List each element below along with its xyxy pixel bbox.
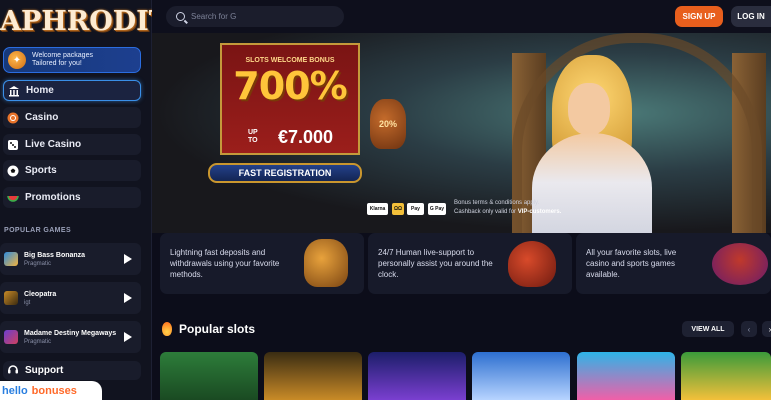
soccer-ball-icon: [7, 165, 19, 177]
chip-icon: [7, 112, 19, 124]
game-thumbnail: [4, 252, 18, 266]
support-icon: [7, 363, 19, 378]
goddess-body: [532, 133, 652, 233]
terms-text: Bonus terms & conditions apply. Cashback…: [454, 199, 561, 217]
sidebar-item-promotions[interactable]: Promotions: [3, 187, 141, 208]
feature-card-support: 24/7 Human live-support to personally as…: [368, 233, 572, 294]
welcome-bonus-banner: SLOTS WELCOME BONUS 700% UP TO €7.000: [220, 43, 360, 155]
feature-card-deposits: Lightning fast deposits and withdrawals …: [160, 233, 364, 294]
feature-text: All your favorite slots, live casino and…: [586, 247, 676, 280]
feature-line: 24/7 Human live-support to: [378, 248, 475, 257]
terms-vip: VIP-customers.: [517, 209, 562, 215]
game-provider: Pragmatic: [24, 338, 52, 345]
popular-games-title: POPULAR GAMES: [4, 227, 72, 234]
feature-text: 24/7 Human live-support to personally as…: [378, 247, 493, 280]
watermelon-icon: [7, 192, 19, 204]
feature-line: All your favorite slots, live: [586, 248, 677, 257]
slot-tile[interactable]: [472, 352, 570, 400]
feature-line: personally assist you around the: [378, 259, 493, 268]
terms-line1: Bonus terms & conditions apply.: [454, 200, 540, 206]
payment-badge-klarna: Klarna: [367, 203, 388, 215]
sidebar-item-label: Casino: [25, 112, 59, 123]
feature-line: available.: [586, 270, 620, 279]
slot-tile[interactable]: [577, 352, 675, 400]
feature-line: clock.: [378, 270, 399, 279]
bonus-up: UP: [248, 129, 258, 136]
temple-icon: [8, 85, 20, 97]
bonus-percent: 700%: [233, 64, 347, 108]
casino-page: APHRODITE ✦ Welcome packages Tailored fo…: [0, 0, 771, 400]
feature-line: Lightning fast deposits and: [170, 248, 266, 257]
search-icon: [176, 12, 185, 21]
view-all-button[interactable]: VIEW ALL: [682, 321, 734, 337]
game-name: Cleopatra: [24, 290, 57, 298]
bonus-up-to: UP TO: [248, 129, 258, 145]
site-logo[interactable]: APHRODITE: [0, 6, 152, 42]
play-icon[interactable]: [124, 293, 132, 303]
carousel-prev-button[interactable]: ‹: [741, 321, 757, 337]
fire-icon: [162, 322, 172, 336]
sidebar-item-label: Live Casino: [25, 139, 82, 150]
sidebar-item-sports[interactable]: Sports: [3, 160, 141, 181]
welcome-line2: Tailored for you!: [32, 60, 82, 67]
sidebar-item-label: Promotions: [25, 192, 81, 203]
hero-banner[interactable]: SLOTS WELCOME BONUS 700% UP TO €7.000 20…: [152, 33, 771, 233]
feature-card-games: All your favorite slots, live casino and…: [576, 233, 771, 294]
bonus-to: TO: [248, 137, 258, 144]
dice-icon: [7, 139, 19, 151]
bonus-title: SLOTS WELCOME BONUS: [245, 57, 335, 64]
feature-line: casino and sports games: [586, 259, 675, 268]
game-name: Madame Destiny Megaways: [24, 329, 117, 337]
slot-tile[interactable]: [264, 352, 362, 400]
payment-badge-google-pay: G Pay: [428, 203, 446, 215]
watermark-part1: hello: [2, 384, 28, 397]
slot-tile[interactable]: [368, 352, 466, 400]
goddess-face: [568, 83, 610, 135]
game-thumbnail: [4, 291, 18, 305]
feature-line: withdrawals using your favorite: [170, 259, 280, 268]
sidebar-item-label: Sports: [25, 165, 57, 176]
fruit-dice-illustration: [712, 243, 768, 285]
vase-badge: 20%: [370, 99, 406, 149]
popular-slots-title: Popular slots: [179, 322, 256, 336]
terms-line2: Cashback only valid for: [454, 209, 518, 215]
fast-registration-button[interactable]: FAST REGISTRATION: [208, 163, 362, 183]
payment-badge-apple-pay: Pay: [407, 203, 424, 215]
winged-helmet-illustration: [508, 241, 556, 287]
sidebar-item-live-casino[interactable]: Live Casino: [3, 134, 141, 155]
sidebar-item-label: Support: [25, 365, 64, 376]
sidebar: APHRODITE ✦ Welcome packages Tailored fo…: [0, 0, 152, 400]
search-input[interactable]: [191, 12, 331, 21]
feature-line: methods.: [170, 270, 203, 279]
signup-button[interactable]: SIGN UP: [675, 6, 723, 27]
gift-icon: ✦: [8, 51, 26, 69]
play-icon[interactable]: [124, 332, 132, 342]
sidebar-item-casino[interactable]: Casino: [3, 107, 141, 128]
game-provider: Pragmatic: [24, 260, 52, 267]
play-icon[interactable]: [124, 254, 132, 264]
sidebar-item-support[interactable]: Support: [3, 361, 141, 380]
game-thumbnail: [4, 330, 18, 344]
game-name: Big Bass Bonanza: [24, 251, 86, 259]
sidebar-item-home[interactable]: Home: [3, 80, 141, 101]
search-bar[interactable]: [166, 6, 344, 27]
slot-tile[interactable]: [681, 352, 771, 400]
feature-text: Lightning fast deposits and withdrawals …: [170, 247, 279, 280]
watermark-logo: hello bonuses: [0, 381, 102, 400]
popular-game-item[interactable]: Big Bass Bonanza Pragmatic: [0, 243, 141, 275]
slot-tile[interactable]: [160, 352, 258, 400]
top-header: SIGN UP LOG IN: [152, 0, 771, 33]
welcome-line1: Welcome packages: [32, 51, 93, 59]
popular-game-item[interactable]: Madame Destiny Megaways Pragmatic: [0, 321, 141, 353]
gold-pot-illustration: [304, 239, 348, 287]
watermark-part2: bonuses: [31, 384, 77, 397]
carousel-next-button[interactable]: ›: [762, 321, 771, 337]
bonus-amount: €7.000: [278, 127, 334, 147]
game-provider: igt: [24, 299, 31, 306]
sidebar-item-label: Home: [26, 85, 54, 96]
popular-game-item[interactable]: Cleopatra igt: [0, 282, 141, 314]
welcome-packages-button[interactable]: ✦ Welcome packages Tailored for you!: [3, 47, 141, 73]
payment-badge-bolt: ΩΩ: [392, 203, 404, 215]
login-button[interactable]: LOG IN: [731, 6, 771, 27]
